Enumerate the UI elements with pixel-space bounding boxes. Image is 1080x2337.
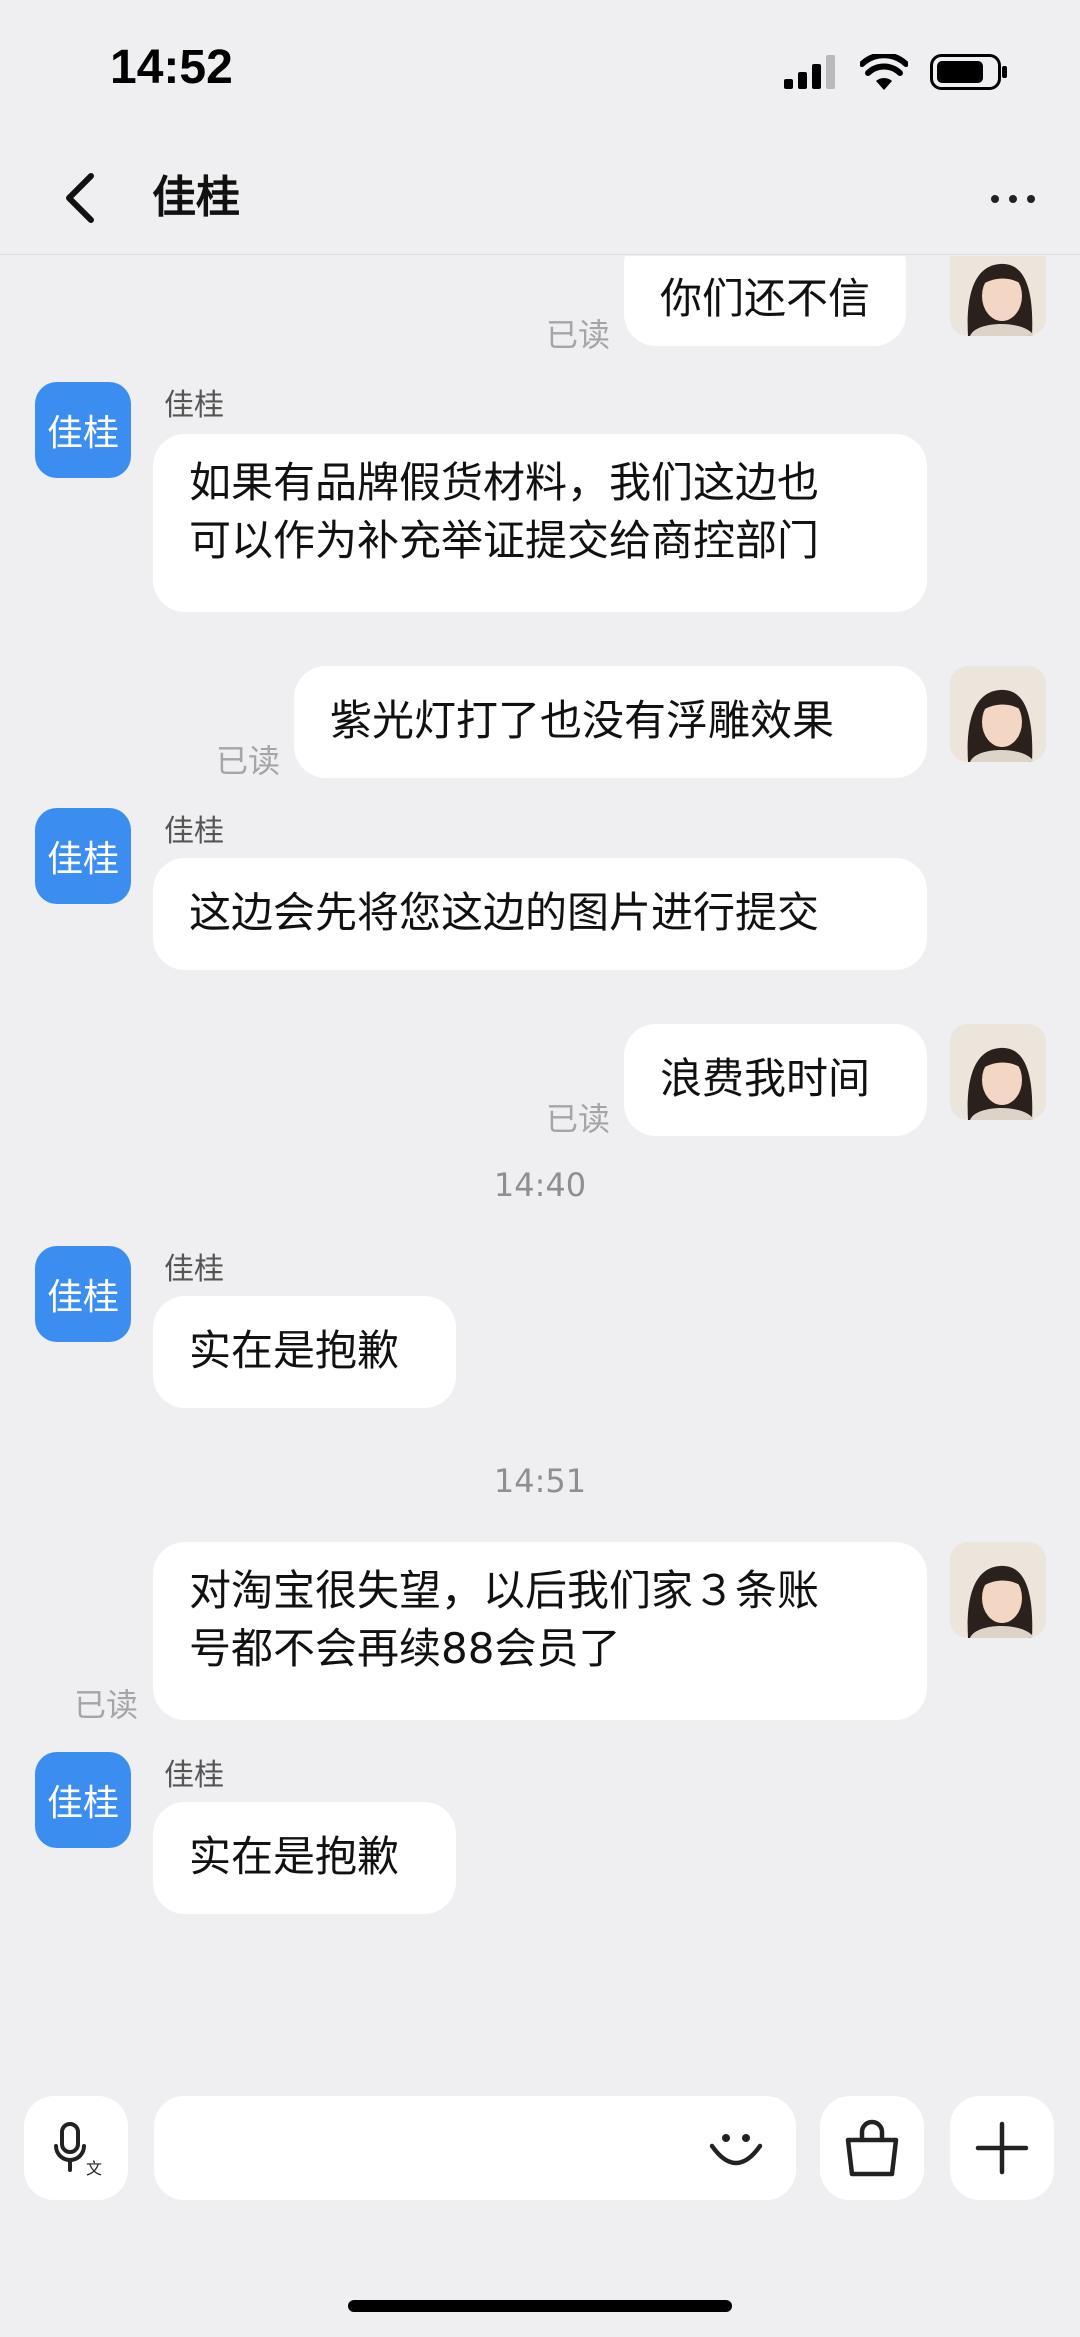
message-line: 对淘宝很失望，以后我们家３条账: [189, 1566, 820, 1615]
more-dots-icon: [991, 195, 999, 203]
chat-title: 佳桂: [152, 172, 240, 223]
back-button[interactable]: [50, 168, 110, 228]
time-divider: 14:51: [493, 1462, 587, 1500]
agent-message-bubble[interactable]: 实在是抱歉: [153, 1802, 456, 1914]
user-message-bubble[interactable]: 紫光灯打了也没有浮雕效果: [294, 666, 927, 778]
status-bar: 14:52: [0, 0, 1080, 140]
user-message-bubble[interactable]: 浪费我时间: [624, 1024, 927, 1136]
signal-icon: [784, 55, 835, 89]
chat-list[interactable]: 已读 你们还不信 佳桂 佳桂 如果有品牌假货材料，我们这边也 可以作为补充举证提…: [0, 256, 1080, 2096]
sender-name: 佳桂: [164, 814, 224, 849]
user-avatar[interactable]: [950, 1024, 1046, 1120]
read-receipt: 已读: [216, 742, 281, 780]
chevron-left-icon: [66, 173, 94, 223]
user-avatar[interactable]: [950, 666, 1046, 762]
home-indicator: [348, 2300, 732, 2312]
agent-avatar[interactable]: 佳桂: [35, 1246, 131, 1342]
message-input[interactable]: [154, 2096, 796, 2200]
voice-button[interactable]: 文: [24, 2096, 128, 2200]
user-avatar[interactable]: [950, 1542, 1046, 1638]
microphone-translate-icon: 文: [54, 2122, 102, 2178]
battery-icon: [930, 54, 1007, 90]
plus-icon: [975, 2121, 1029, 2175]
user-avatar[interactable]: [950, 256, 1046, 336]
user-avatar-image: [950, 1542, 1046, 1638]
user-avatar-image: [950, 666, 1046, 762]
agent-avatar[interactable]: 佳桂: [35, 808, 131, 904]
sender-name: 佳桂: [164, 1252, 224, 1287]
agent-avatar[interactable]: 佳桂: [35, 382, 131, 478]
read-receipt: 已读: [546, 1100, 611, 1138]
user-message-bubble[interactable]: 对淘宝很失望，以后我们家３条账 号都不会再续88会员了: [153, 1542, 927, 1720]
shop-button[interactable]: [820, 2096, 924, 2200]
input-bar: 文: [0, 2096, 1080, 2216]
message-line: 如果有品牌假货材料，我们这边也: [189, 458, 820, 507]
message-line: 可以作为补充举证提交给商控部门: [189, 516, 820, 565]
more-button[interactable]: [980, 174, 1046, 224]
sender-name: 佳桂: [164, 388, 224, 423]
agent-message-bubble[interactable]: 这边会先将您这边的图片进行提交: [153, 858, 927, 970]
user-avatar-image: [950, 256, 1046, 336]
read-receipt: 已读: [74, 1686, 139, 1724]
smiley-icon[interactable]: [706, 2118, 766, 2178]
user-message-bubble[interactable]: 你们还不信: [624, 256, 907, 346]
status-icons: [784, 52, 1008, 92]
message-line: 号都不会再续88会员了: [189, 1624, 621, 1673]
agent-message-bubble[interactable]: 如果有品牌假货材料，我们这边也 可以作为补充举证提交给商控部门: [153, 434, 927, 612]
agent-message-bubble[interactable]: 实在是抱歉: [153, 1296, 456, 1408]
read-receipt: 已读: [546, 316, 611, 354]
user-avatar-image: [950, 1024, 1046, 1120]
agent-avatar[interactable]: 佳桂: [35, 1752, 131, 1848]
sender-name: 佳桂: [164, 1758, 224, 1793]
add-button[interactable]: [950, 2096, 1054, 2200]
nav-bar: 佳桂: [0, 140, 1080, 255]
wifi-icon: [860, 54, 908, 90]
status-time: 14:52: [110, 41, 233, 94]
shopping-bag-icon: [845, 2119, 899, 2177]
svg-text:文: 文: [86, 2159, 102, 2178]
time-divider: 14:40: [493, 1166, 587, 1204]
